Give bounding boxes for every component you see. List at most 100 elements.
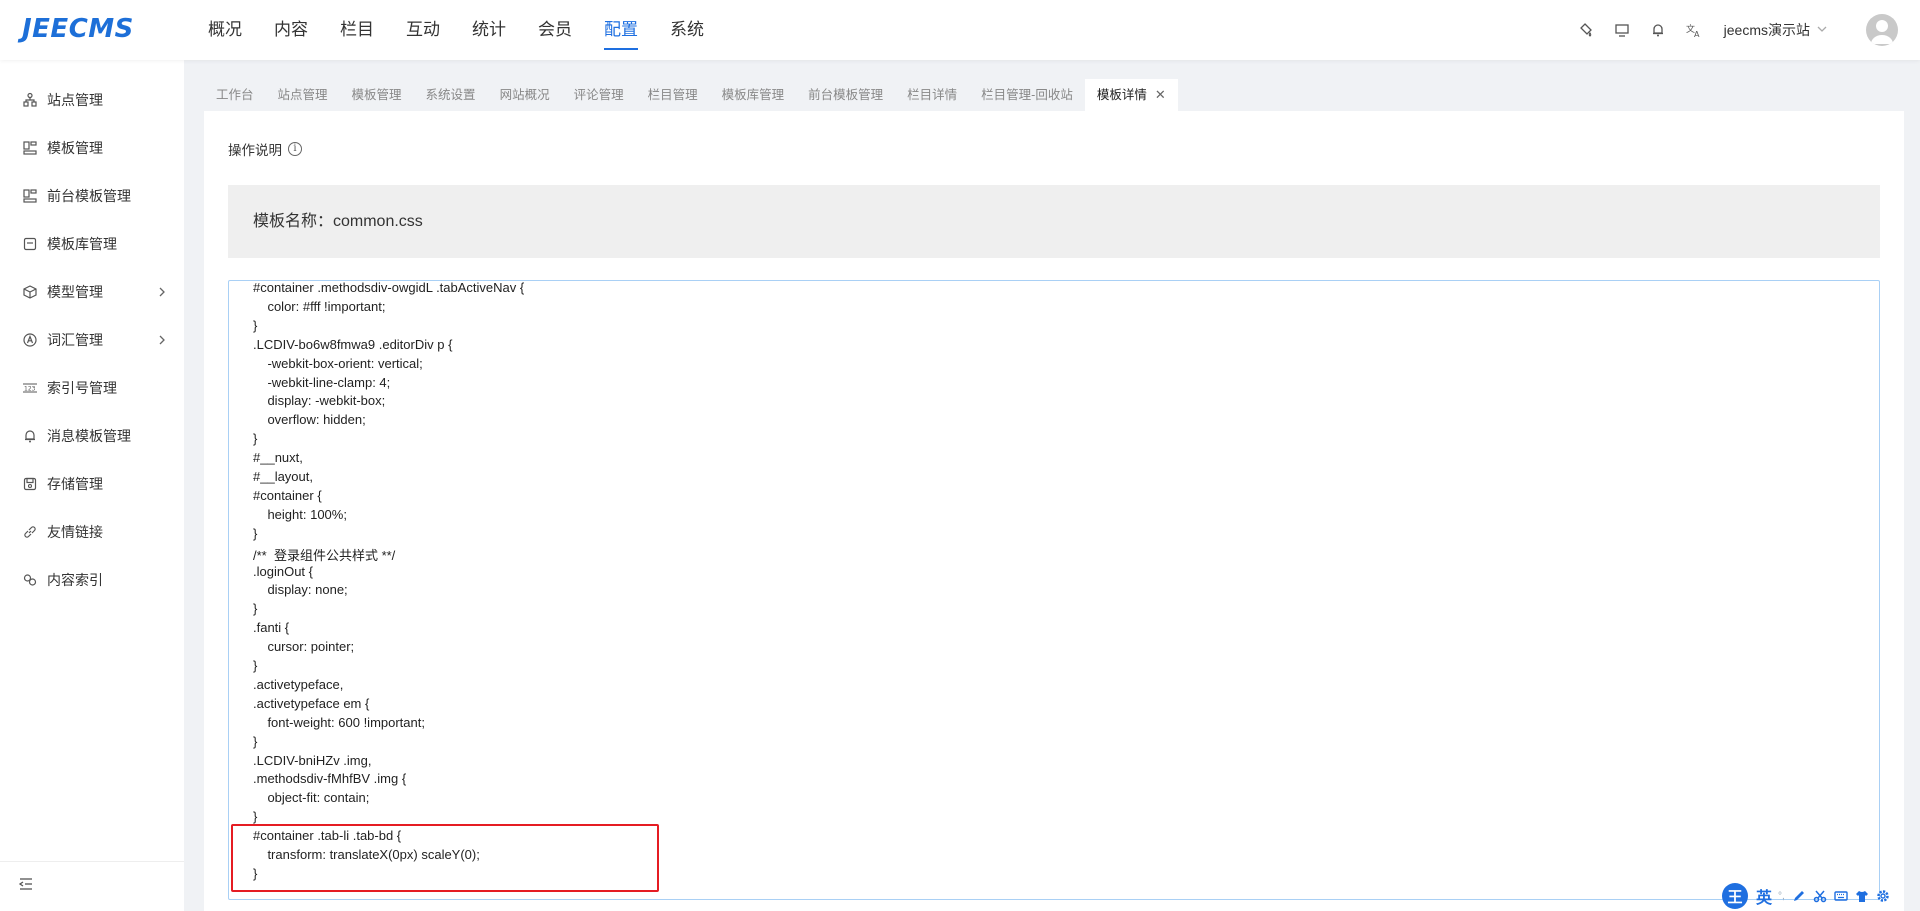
code-line: .activetypeface em { [253, 695, 370, 711]
sidebar-item-template-library[interactable]: 模板库管理 [0, 220, 184, 268]
code-line: .LCDIV-bniHZv .img, [253, 752, 372, 768]
code-line: cursor: pointer; [253, 639, 355, 655]
nav-item-column[interactable]: 栏目 [340, 0, 374, 60]
pen-icon[interactable] [1792, 889, 1806, 903]
sidebar-item-label: 词汇管理 [47, 332, 103, 348]
sidebar-item-label: 消息模板管理 [47, 428, 131, 444]
chevron-right-icon [156, 333, 168, 349]
avatar[interactable] [1866, 14, 1898, 46]
nav-item-statistics[interactable]: 统计 [472, 0, 506, 60]
skin-icon[interactable] [1855, 889, 1869, 903]
sidebar-item-label: 前台模板管理 [47, 188, 131, 204]
tab-frontend-template[interactable]: 前台模板管理 [796, 79, 895, 111]
library-icon [22, 236, 38, 252]
op-label: 操作说明 [228, 143, 282, 158]
template-name: 模板名称：common.css [253, 213, 423, 230]
top-nav: 概况 内容 栏目 互动 统计 会员 配置 系统 [208, 0, 736, 60]
link-icon [22, 524, 38, 540]
code-line: #container { [253, 487, 322, 503]
tab-site-overview[interactable]: 网站概况 [488, 79, 562, 111]
code-line: height: 100%; [253, 506, 347, 522]
sidebar-item-index-number[interactable]: 123 索引号管理 [0, 364, 184, 412]
code-line: display: none; [253, 582, 348, 598]
bell-icon[interactable] [1648, 20, 1668, 40]
content-index-icon [22, 572, 38, 588]
sidebar-item-storage[interactable]: 存储管理 [0, 460, 184, 508]
storage-icon [22, 476, 38, 492]
sidebar-item-model[interactable]: 模型管理 [0, 268, 184, 316]
scissors-icon[interactable] [1813, 889, 1827, 903]
ime-punct[interactable]: °, [1778, 891, 1785, 902]
chevron-right-icon [156, 285, 168, 301]
code-line: object-fit: contain; [253, 790, 370, 806]
code-line: } [253, 431, 258, 447]
code-line: /** 登录组件公共样式 **/ [253, 547, 396, 563]
sidebar-item-frontend-template[interactable]: 前台模板管理 [0, 172, 184, 220]
code-line: overflow: hidden; [253, 412, 366, 428]
tab-comment-management[interactable]: 评论管理 [562, 79, 636, 111]
site-selector[interactable]: jeecms演示站 [1724, 20, 1810, 40]
info-icon[interactable]: i [288, 142, 302, 156]
monitor-icon[interactable] [1612, 20, 1632, 40]
sidebar-item-site[interactable]: 站点管理 [0, 76, 184, 124]
keyboard-icon[interactable] [1834, 889, 1848, 903]
tab-template-library[interactable]: 模板库管理 [710, 79, 797, 111]
sidebar-item-label: 友情链接 [47, 524, 103, 540]
sidebar-item-friend-link[interactable]: 友情链接 [0, 508, 184, 556]
vocab-icon [22, 332, 38, 348]
menu-fold-icon [18, 876, 34, 897]
svg-text:123: 123 [24, 386, 36, 393]
tab-workbench[interactable]: 工作台 [204, 79, 266, 111]
bell-icon [22, 428, 38, 444]
sidebar-item-template[interactable]: 模板管理 [0, 124, 184, 172]
highlight-box [231, 824, 659, 892]
tab-template-management[interactable]: 模板管理 [340, 79, 414, 111]
operation-instructions[interactable]: 操作说明 i [228, 139, 302, 159]
code-line: } [253, 601, 258, 617]
translate-icon[interactable]: 文A [1684, 20, 1704, 40]
sidebar-item-label: 模型管理 [47, 284, 103, 300]
nav-item-interaction[interactable]: 互动 [406, 0, 440, 60]
code-line: } [253, 525, 258, 541]
template-icon [22, 188, 38, 204]
code-line: .LCDIV-bo6w8fmwa9 .editorDiv p { [253, 336, 453, 352]
code-editor[interactable]: #container .methodsdiv-owgidL .tabActive… [228, 280, 1880, 900]
close-icon[interactable]: ✕ [1155, 87, 1166, 102]
model-icon [22, 284, 38, 300]
tab-system-settings[interactable]: 系统设置 [414, 79, 488, 111]
nav-item-system[interactable]: 系统 [670, 0, 704, 60]
chevron-down-icon[interactable] [1816, 23, 1828, 38]
code-line: display: -webkit-box; [253, 393, 386, 409]
sidebar-item-content-index[interactable]: 内容索引 [0, 556, 184, 604]
code-line: .activetypeface, [253, 676, 344, 692]
sidebar-item-label: 索引号管理 [47, 380, 117, 396]
template-name-box: 模板名称：common.css [228, 185, 1880, 258]
ime-mode[interactable]: 英 [1756, 884, 1772, 908]
nav-item-member[interactable]: 会员 [538, 0, 572, 60]
nav-item-content[interactable]: 内容 [274, 0, 308, 60]
code-line: } [253, 317, 258, 333]
sidebar-item-vocabulary[interactable]: 词汇管理 [0, 316, 184, 364]
ime-toolbar: 王 英 °, [1720, 881, 1920, 911]
nav-item-overview[interactable]: 概况 [208, 0, 242, 60]
template-icon [22, 140, 38, 156]
clear-icon[interactable] [1576, 20, 1596, 40]
main-panel: 操作说明 i 模板名称：common.css #container .metho… [204, 111, 1904, 911]
tab-column-detail[interactable]: 栏目详情 [895, 79, 969, 111]
tab-site-management[interactable]: 站点管理 [266, 79, 340, 111]
code-line: } [253, 658, 258, 673]
tab-template-detail[interactable]: 模板详情 ✕ [1084, 79, 1178, 111]
index-icon: 123 [22, 380, 38, 396]
code-line: .methodsdiv-fMhfBV .img { [253, 771, 407, 787]
code-line: -webkit-line-clamp: 4; [253, 374, 391, 390]
sidebar-item-message-template[interactable]: 消息模板管理 [0, 412, 184, 460]
nav-item-config[interactable]: 配置 [604, 0, 638, 60]
code-line: #__nuxt, [253, 450, 303, 466]
ime-logo[interactable]: 王 [1722, 883, 1748, 909]
code-line: font-weight: 600 !important; [253, 714, 425, 730]
tab-column-management[interactable]: 栏目管理 [636, 79, 710, 111]
logo[interactable]: JEECMS [22, 14, 134, 44]
collapse-sidebar-button[interactable] [0, 861, 184, 911]
tab-column-recycle[interactable]: 栏目管理-回收站 [969, 79, 1085, 111]
gear-icon[interactable] [1876, 889, 1890, 903]
